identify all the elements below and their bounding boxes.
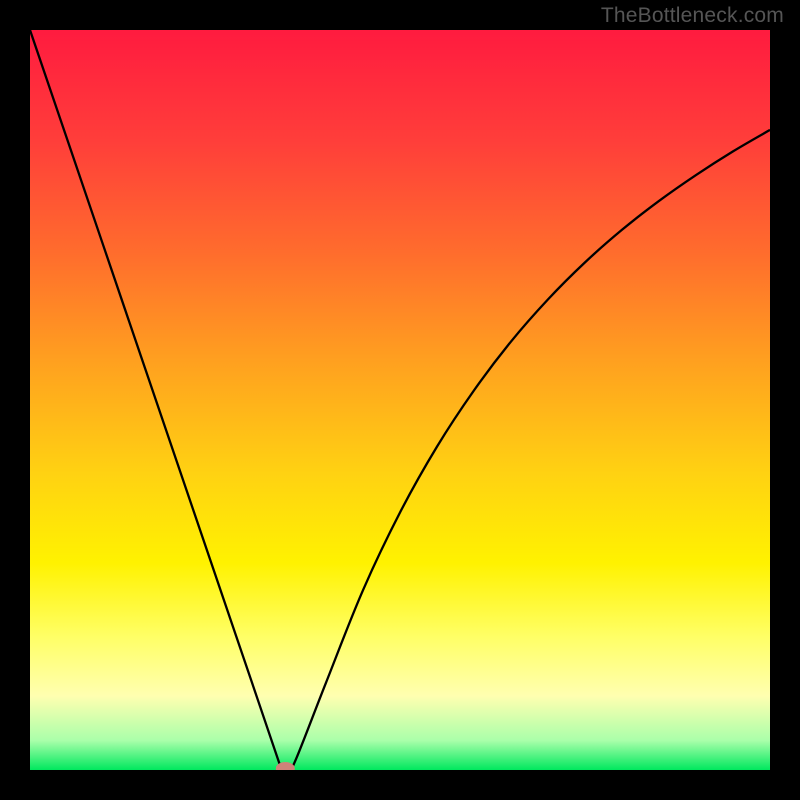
watermark-text: TheBottleneck.com [601, 4, 784, 28]
chart-frame: TheBottleneck.com [0, 0, 800, 800]
chart-svg [30, 30, 770, 770]
gradient-background [30, 30, 770, 770]
plot-area [30, 30, 770, 770]
